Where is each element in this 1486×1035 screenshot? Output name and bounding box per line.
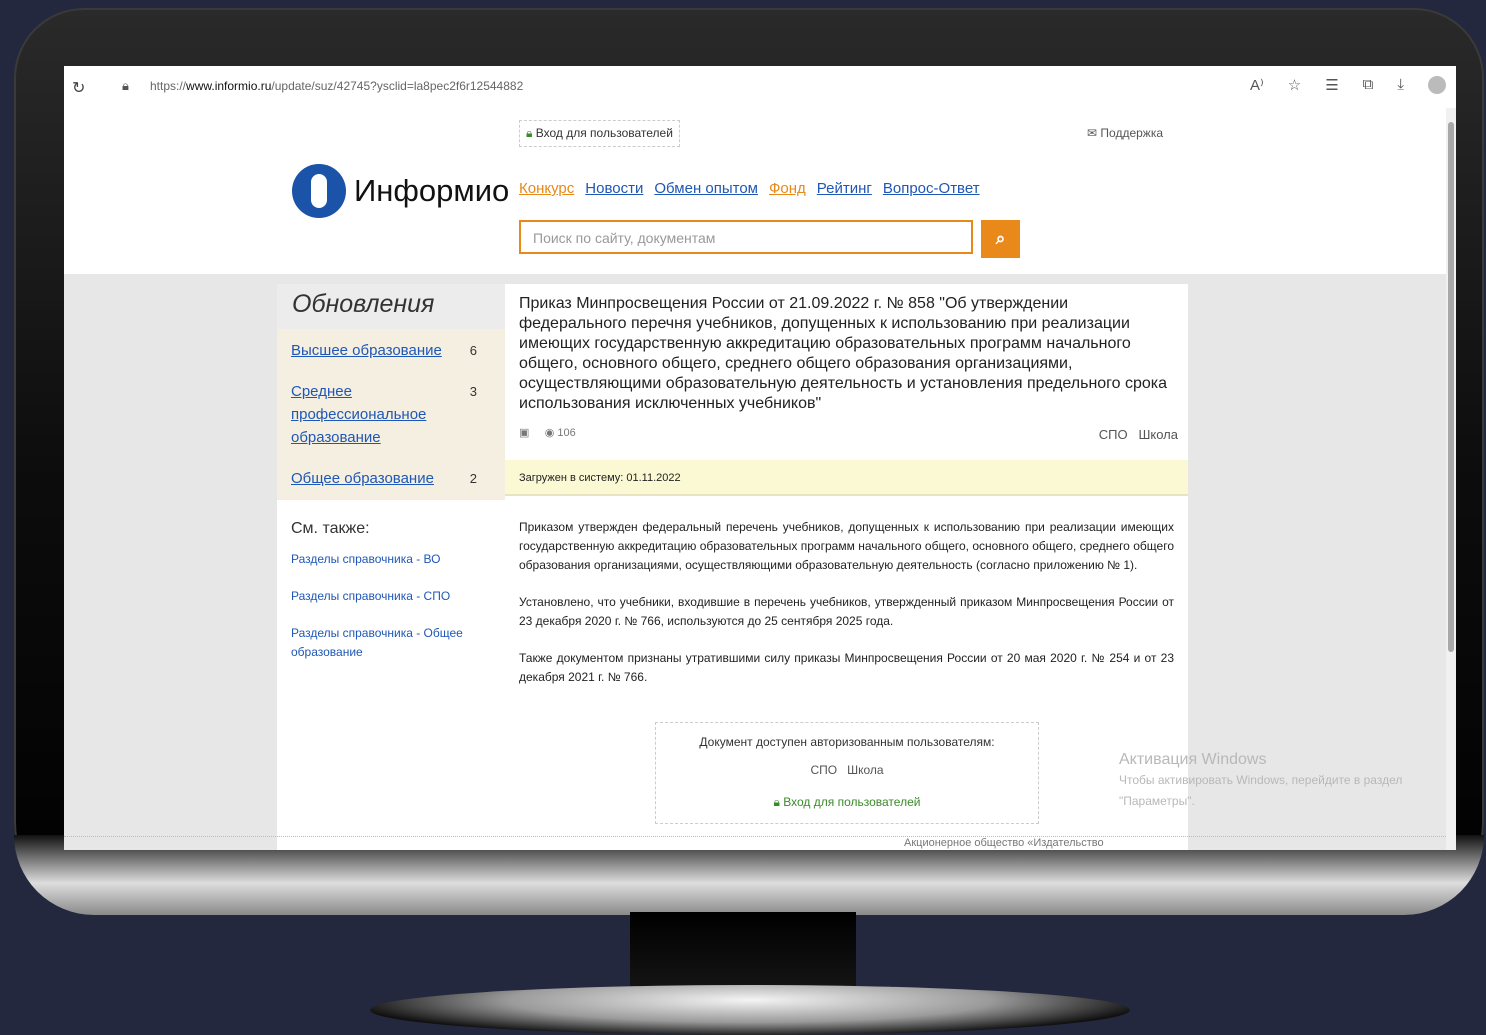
site-header: 🔒︎ Вход для пользователей ✉ Поддержка Ин… <box>64 108 1456 274</box>
copy-icon[interactable]: ▣ <box>519 427 529 439</box>
see-also-title: См. также: <box>291 520 370 537</box>
auth-login-label: Вход для пользователей <box>783 795 921 809</box>
watermark-line: "Параметры". <box>1119 794 1195 808</box>
login-label: Вход для пользователей <box>535 126 673 140</box>
loaded-date: Загружен в систему: 01.11.2022 <box>505 460 1188 496</box>
mail-icon: ✉ <box>1087 126 1098 140</box>
see-also-link-spo[interactable]: Разделы справочника - СПО <box>291 587 491 606</box>
sidebar-link-oo[interactable]: Общее образование <box>291 467 434 490</box>
sidebar-list: Высшее образование 6 Среднее профессиона… <box>277 329 505 500</box>
tag-shkola[interactable]: Школа <box>1138 427 1178 442</box>
monitor-neck <box>630 912 856 992</box>
site-logo[interactable]: Информио <box>292 164 509 218</box>
document-title: Приказ Минпросвещения России от 21.09.20… <box>519 295 1168 412</box>
login-link[interactable]: 🔒︎ Вход для пользователей <box>519 120 680 147</box>
paragraph: Установлено, что учебники, входившие в п… <box>519 595 1174 628</box>
tag-spo[interactable]: СПО <box>1099 427 1128 442</box>
scrollbar[interactable] <box>1446 108 1456 850</box>
collections-icon[interactable]: ⧉ <box>1363 76 1374 94</box>
downloads-icon[interactable]: ⤓ <box>1397 76 1404 94</box>
page-footer: Акционерное общество «Издательство <box>64 836 1456 850</box>
lock-icon: 🔒︎ <box>773 795 780 809</box>
count-badge: 3 <box>469 384 477 399</box>
see-also-link-vo[interactable]: Разделы справочника - ВО <box>291 550 491 569</box>
views-icon: ◉ <box>544 427 555 439</box>
nav-novosti[interactable]: Новости <box>585 180 643 197</box>
favorites-icon[interactable]: ☰ <box>1325 76 1338 94</box>
paragraph: Также документом признаны утратившими си… <box>519 651 1174 684</box>
sidebar-item-vo: Высшее образование 6 <box>291 339 491 362</box>
paragraph: Приказом утвержден федеральный перечень … <box>519 520 1174 572</box>
browser-toolbar: A⁾ ☆ ☰ ⧉ ⤓ <box>1250 76 1446 94</box>
footer-text: Акционерное общество «Издательство <box>904 837 1104 849</box>
support-link[interactable]: ✉ Поддержка <box>1087 126 1163 140</box>
search-input[interactable]: Поиск по сайту, документам <box>519 220 973 254</box>
watermark-title: Активация Windows <box>1119 751 1267 768</box>
profile-avatar[interactable] <box>1428 76 1446 94</box>
reload-icon[interactable]: ↻ <box>72 78 85 98</box>
logo-text: Информио <box>354 173 510 208</box>
windows-activation-watermark: Активация Windows Чтобы активировать Win… <box>1119 751 1402 811</box>
main-nav: Конкурс Новости Обмен опытом Фонд Рейтин… <box>519 180 980 197</box>
document-body: Приказом утвержден федеральный перечень … <box>519 518 1174 705</box>
nav-fond[interactable]: Фонд <box>769 180 806 197</box>
count-badge: 2 <box>469 471 477 486</box>
auth-text: Документ доступен авторизованным пользов… <box>699 735 995 749</box>
search-icon: ⌕ <box>995 229 1006 248</box>
monitor-base <box>370 985 1130 1035</box>
see-also-link-oo[interactable]: Разделы справочника - Общее образование <box>291 624 491 662</box>
document-tags: СПО Школа <box>1099 427 1178 442</box>
nav-vopros[interactable]: Вопрос-Ответ <box>883 180 980 197</box>
nav-obmen[interactable]: Обмен опытом <box>654 180 758 197</box>
url-text[interactable]: https://www.informio.ru/update/suz/42745… <box>150 79 523 93</box>
lock-icon: 🔒︎ <box>526 126 533 140</box>
views-count: 106 <box>557 427 576 439</box>
sidebar-title: Обновления <box>277 284 505 329</box>
document-panel: Приказ Минпросвещения России от 21.09.20… <box>505 284 1188 850</box>
see-also: См. также: Разделы справочника - ВО Разд… <box>277 500 505 662</box>
nav-reiting[interactable]: Рейтинг <box>817 180 872 197</box>
sidebar-item-spo: Среднее профессиональное образование 3 <box>291 380 491 449</box>
nav-konkurs[interactable]: Конкурс <box>519 180 574 197</box>
scrollbar-thumb[interactable] <box>1448 122 1454 652</box>
read-aloud-icon[interactable]: A⁾ <box>1250 76 1264 94</box>
search-button[interactable]: ⌕ <box>981 220 1020 258</box>
sidebar-link-spo[interactable]: Среднее профессиональное образование <box>291 380 451 449</box>
sidebar-item-oo: Общее образование 2 <box>291 467 491 490</box>
sidebar: Обновления Высшее образование 6 Среднее … <box>277 284 505 850</box>
sidebar-link-vo[interactable]: Высшее образование <box>291 339 451 362</box>
auth-tags: СПО Школа <box>810 763 884 777</box>
auth-required-box: Документ доступен авторизованным пользов… <box>655 722 1039 824</box>
count-badge: 6 <box>469 343 477 358</box>
screen: ↻ 🔒︎ https://www.informio.ru/update/suz/… <box>64 66 1456 850</box>
document-meta: ▣ ◉ 106 <box>519 426 576 439</box>
address-bar: ↻ 🔒︎ https://www.informio.ru/update/suz/… <box>64 66 1456 109</box>
site-info-icon[interactable]: 🔒︎ <box>122 78 129 94</box>
support-label: Поддержка <box>1100 126 1164 140</box>
auth-login-link[interactable]: 🔒︎ Вход для пользователей <box>656 795 1038 810</box>
watermark-line: Чтобы активировать Windows, перейдите в … <box>1119 773 1403 787</box>
logo-icon <box>292 164 346 218</box>
favorite-add-icon[interactable]: ☆ <box>1288 76 1301 94</box>
